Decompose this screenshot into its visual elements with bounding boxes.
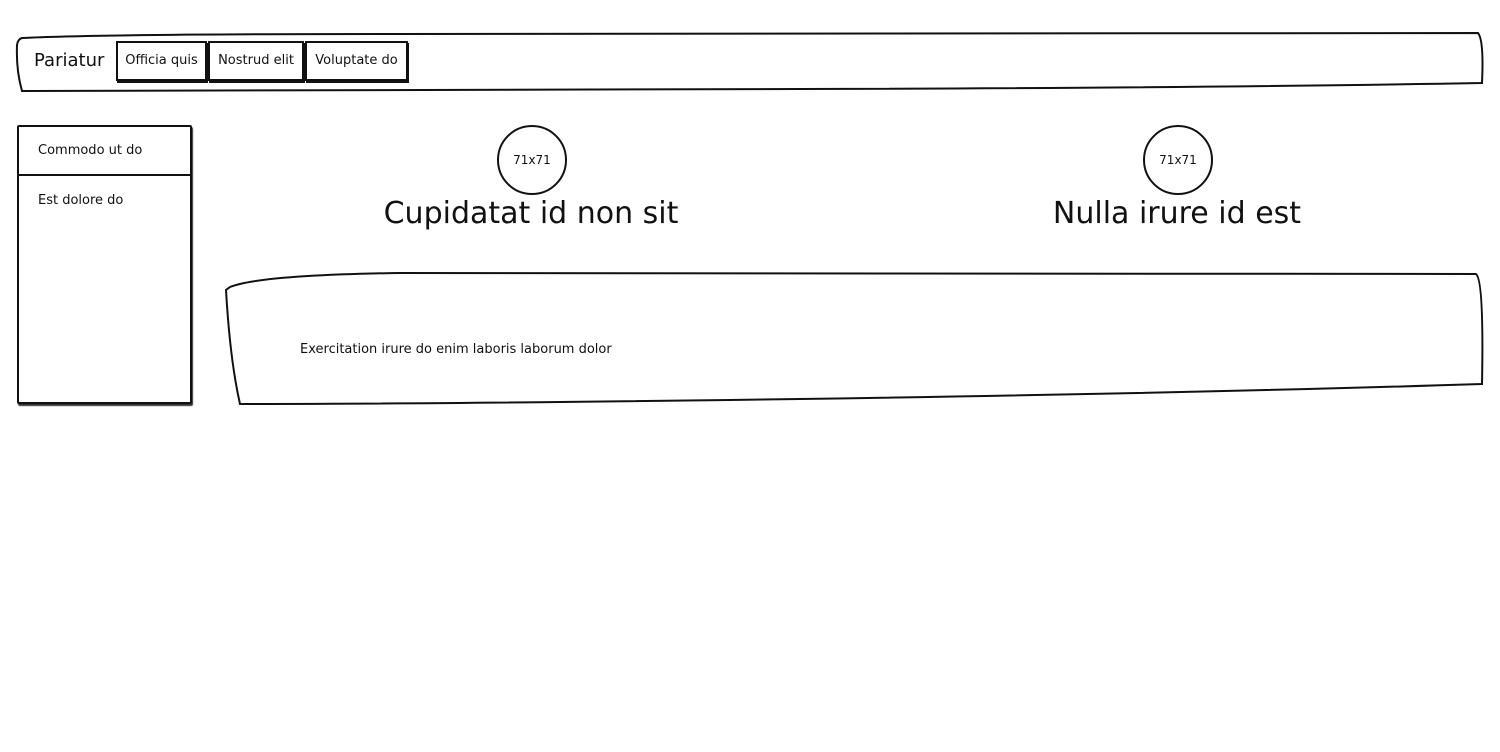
brand-logo[interactable]: Pariatur <box>34 49 104 73</box>
nav-button-voluptate-do[interactable]: Voluptate do <box>305 41 408 81</box>
nav-button-nostrud-elit[interactable]: Nostrud elit <box>208 41 304 81</box>
content-text: Exercitation irure do enim laboris labor… <box>300 342 612 357</box>
feature-title: Cupidatat id non sit <box>383 196 679 231</box>
content-panel-outline <box>224 271 1484 406</box>
nav-button-officia-quis[interactable]: Officia quis <box>116 41 207 81</box>
feature-title: Nulla irure id est <box>1052 196 1302 231</box>
feature-image-placeholder: 71x71 <box>1143 125 1213 195</box>
sidebar-item-commodo-ut-do[interactable]: Commodo ut do <box>19 127 190 176</box>
sketch-outlines <box>15 31 1484 406</box>
sidebar-item-est-dolore-do[interactable]: Est dolore do <box>19 187 190 215</box>
feature-image-placeholder: 71x71 <box>497 125 567 195</box>
sidebar: Commodo ut do Est dolore do <box>17 125 192 404</box>
